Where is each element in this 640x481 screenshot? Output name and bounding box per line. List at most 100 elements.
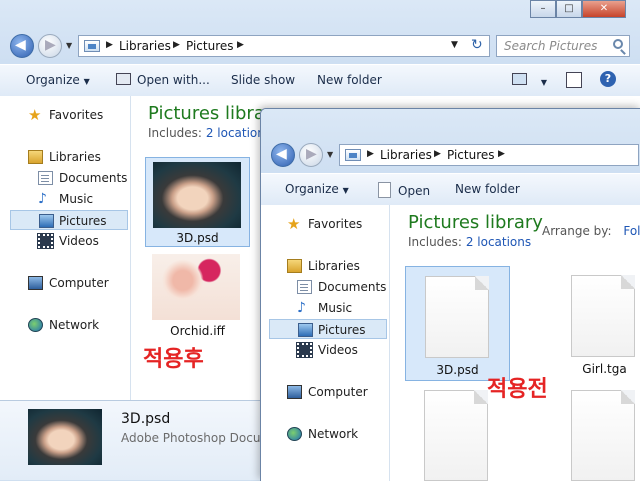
open-label: Open <box>398 184 431 198</box>
nav-pictures[interactable]: Pictures <box>269 319 387 339</box>
search-placeholder: Search Pictures <box>504 39 598 53</box>
nav-documents[interactable]: Documents <box>297 277 387 297</box>
command-bar: Organize ▼ Open New folder <box>261 173 640 206</box>
new-folder-button[interactable]: New folder <box>317 73 382 87</box>
breadcrumb-separator-icon[interactable]: ▶ <box>367 149 374 159</box>
recent-pages-dropdown-icon[interactable]: ▼ <box>327 150 333 159</box>
search-input[interactable]: Search Pictures <box>496 35 630 57</box>
documents-icon <box>297 280 312 294</box>
file-item-3d-psd[interactable]: 3D.psd <box>405 266 510 381</box>
nav-documents[interactable]: Documents <box>38 168 128 188</box>
open-with-button[interactable]: Open with... <box>116 73 210 87</box>
nav-favorites[interactable]: ★ Favorites <box>28 105 128 125</box>
nav-computer[interactable]: Computer <box>28 273 128 293</box>
chevron-down-icon: ▼ <box>342 186 349 195</box>
breadcrumb-libraries[interactable]: Libraries <box>380 148 432 162</box>
content-pane: Pictures library Includes: 2 locations A… <box>390 205 640 481</box>
preview-pane-button[interactable] <box>566 72 582 88</box>
navigation-pane: ★ Favorites Libraries Documents ♪ Music Pi… <box>0 96 131 400</box>
forward-button[interactable]: ▶ <box>299 143 323 167</box>
portrait-thumbnail <box>153 162 241 228</box>
pictures-folder-icon <box>345 149 361 161</box>
refresh-icon[interactable]: ↻ <box>471 37 483 53</box>
nav-libraries[interactable]: Libraries <box>28 147 128 167</box>
help-icon[interactable]: ? <box>600 71 616 87</box>
open-with-label: Open with... <box>137 73 210 87</box>
music-icon: ♪ <box>38 191 47 207</box>
minimize-button[interactable]: – <box>530 0 556 18</box>
breadcrumb-libraries[interactable]: Libraries <box>119 39 171 53</box>
breadcrumb-separator-icon[interactable]: ▶ <box>434 149 441 159</box>
navigation-bar: ◀ ▶ ▼ ▶ Libraries ▶ Pictures ▶ ▼ ↻ Searc… <box>0 28 640 64</box>
organize-button[interactable]: Organize ▼ <box>285 182 349 196</box>
nav-network[interactable]: Network <box>287 424 387 444</box>
videos-icon <box>37 233 54 249</box>
document-icon <box>378 182 391 198</box>
nav-computer[interactable]: Computer <box>287 382 387 402</box>
library-includes: Includes: 2 locations <box>408 235 532 249</box>
back-arrow-icon: ◀ <box>276 146 287 162</box>
star-icon: ★ <box>287 215 301 233</box>
chevron-down-icon: ▼ <box>83 77 90 86</box>
address-dropdown-icon[interactable]: ▼ <box>451 40 458 50</box>
music-icon: ♪ <box>297 300 306 316</box>
network-icon <box>28 318 43 332</box>
details-thumbnail <box>28 409 102 465</box>
caption-buttons: – □ ✕ <box>530 0 634 18</box>
organize-label: Organize <box>26 73 80 87</box>
library-title: Pictures library <box>408 212 543 233</box>
file-item-girl-tga[interactable]: Girl.tga <box>552 266 640 381</box>
nav-libraries[interactable]: Libraries <box>287 256 387 276</box>
forward-button[interactable]: ▶ <box>38 34 62 58</box>
generic-file-icon <box>425 276 489 358</box>
videos-icon <box>296 342 313 358</box>
maximize-button[interactable]: □ <box>556 0 582 18</box>
nav-music[interactable]: ♪ Music <box>38 189 128 209</box>
nav-pictures[interactable]: Pictures <box>10 210 128 230</box>
generic-file-icon <box>571 390 635 481</box>
nav-videos[interactable]: Videos <box>296 340 387 360</box>
view-icon <box>512 73 527 85</box>
breadcrumb-separator-icon[interactable]: ▶ <box>237 40 244 50</box>
annotation-after: 적용후 <box>143 347 204 372</box>
back-button[interactable]: ◀ <box>271 143 295 167</box>
back-arrow-icon: ◀ <box>15 37 26 53</box>
generic-file-icon <box>571 275 635 357</box>
recent-pages-dropdown-icon[interactable]: ▼ <box>66 41 72 50</box>
arrange-by-dropdown[interactable]: Folde <box>623 224 640 238</box>
file-item-3d-psd[interactable]: 3D.psd <box>145 157 250 247</box>
arrange-by: Arrange by: Folde <box>542 224 640 238</box>
annotation-before: 적용전 <box>487 377 548 402</box>
library-includes: Includes: 2 locations <box>148 126 272 140</box>
pictures-icon <box>298 323 313 337</box>
locations-link[interactable]: 2 locations <box>466 235 531 249</box>
breadcrumb-pictures[interactable]: Pictures <box>186 39 234 53</box>
command-bar: Organize ▼ Open with... Slide show New f… <box>0 64 640 97</box>
nav-favorites[interactable]: ★ Favorites <box>287 214 387 234</box>
open-button[interactable]: Open <box>378 182 430 198</box>
change-view-button[interactable]: ▼ <box>512 73 547 88</box>
network-icon <box>287 427 302 441</box>
breadcrumb-separator-icon[interactable]: ▶ <box>173 40 180 50</box>
breadcrumb-pictures[interactable]: Pictures <box>447 148 495 162</box>
file-item-orchid-iff[interactable]: Orchid.iff <box>145 250 250 340</box>
chevron-down-icon: ▼ <box>540 78 547 87</box>
forward-arrow-icon: ▶ <box>45 37 56 53</box>
generic-file-icon <box>424 390 488 481</box>
nav-music[interactable]: ♪ Music <box>297 298 387 318</box>
organize-button[interactable]: Organize ▼ <box>26 73 90 87</box>
navigation-pane: ★ Favorites Libraries Documents ♪ Music Pi… <box>261 205 390 481</box>
nav-network[interactable]: Network <box>28 315 128 335</box>
close-button[interactable]: ✕ <box>582 0 626 18</box>
slide-show-button[interactable]: Slide show <box>231 73 295 87</box>
breadcrumb-separator-icon[interactable]: ▶ <box>106 40 113 50</box>
back-button[interactable]: ◀ <box>10 34 34 58</box>
address-bar[interactable]: ▶ Libraries ▶ Pictures ▶ ▼ ↻ <box>78 35 490 57</box>
details-file-type: Adobe Photoshop Docum <box>121 431 273 445</box>
nav-videos[interactable]: Videos <box>37 231 128 251</box>
open-with-icon <box>116 73 131 85</box>
new-folder-button[interactable]: New folder <box>455 182 520 196</box>
orchid-thumbnail <box>152 254 240 320</box>
address-bar[interactable]: ▶ Libraries ▶ Pictures ▶ <box>339 144 639 166</box>
breadcrumb-separator-icon[interactable]: ▶ <box>498 149 505 159</box>
